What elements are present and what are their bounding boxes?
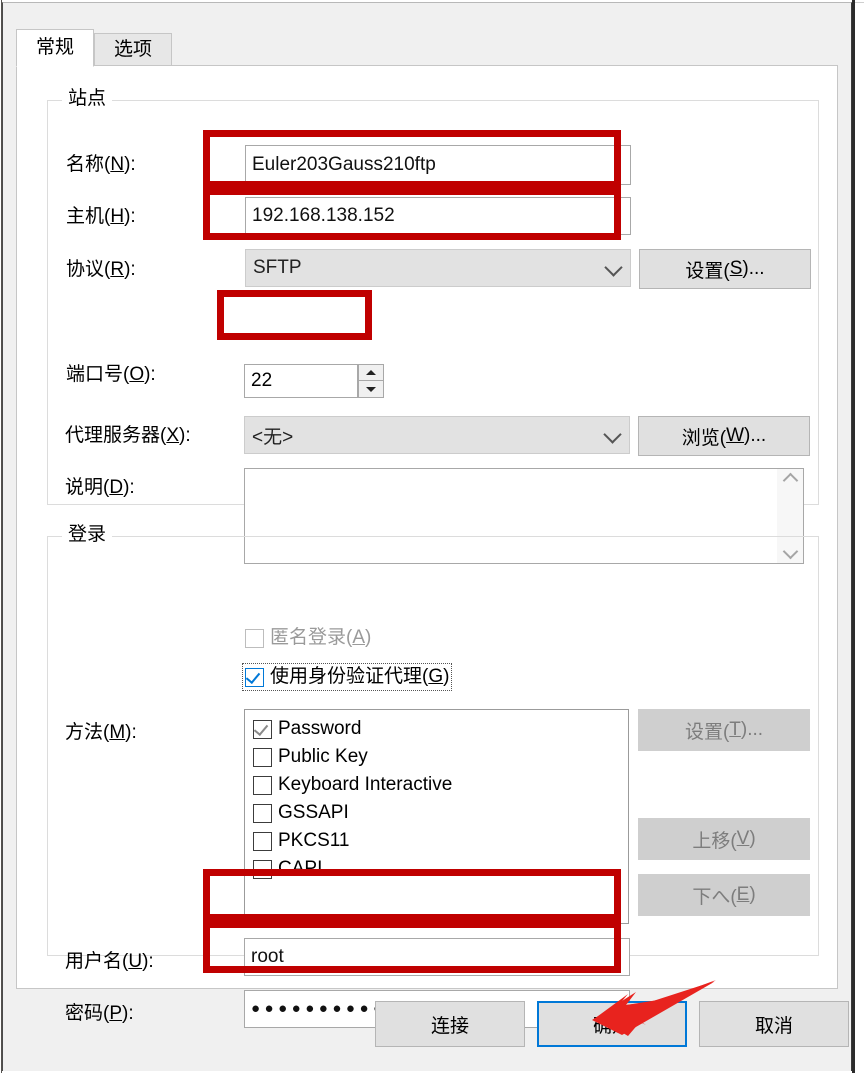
use-auth-agent-label: 使用身份验证代理(G) [270,666,450,687]
protocol-label: 协议(R): [66,259,136,280]
chevron-up-icon[interactable] [782,472,798,489]
port-input[interactable]: 22 [244,364,358,398]
method-label: 方法(M): [65,722,137,743]
proxy-browse-button[interactable]: 浏览(W)... [638,416,810,456]
protocol-value: SFTP [253,257,302,278]
username-label: 用户名(U): [65,951,154,972]
chevron-down-icon [604,258,623,277]
method-label: Public Key [278,746,368,767]
anonymous-login-checkbox[interactable]: 匿名登录(A) [245,627,371,649]
username-input[interactable]: root [244,938,630,976]
description-label: 说明(D): [65,477,135,498]
method-item-gssapi[interactable]: GSSAPI [253,800,628,826]
cancel-button[interactable]: 取消 [699,1001,849,1047]
checkbox-box [253,747,272,767]
proxy-value: <无> [252,426,294,448]
login-group-legend: 登录 [62,524,113,546]
checkmark-icon [245,668,261,684]
auth-method-list[interactable]: Password Public Key Keyboard Interactive… [244,709,629,924]
method-label: Password [278,718,362,739]
checkbox-box [245,667,264,687]
method-label: GSSAPI [278,802,349,823]
method-label: Keyboard Interactive [278,774,453,795]
ok-button[interactable]: 确定 [537,1001,687,1047]
method-label: CAPI [278,858,323,879]
use-auth-agent-checkbox[interactable]: 使用身份验证代理(G) [241,663,453,691]
site-properties-dialog: 常规 选项 站点 名称(N): Euler203Gauss210ftp 主机(H… [2,2,852,1071]
name-label: 名称(N): [66,154,136,175]
anonymous-login-label: 匿名登录(A) [270,627,372,648]
tab-general[interactable]: 常规 [16,29,94,67]
chevron-down-icon [603,425,622,444]
method-item-pkcs11[interactable]: PKCS11 [253,828,628,854]
protocol-settings-button[interactable]: 设置(S)... [639,249,811,289]
protocol-combobox[interactable]: SFTP [245,249,631,287]
tab-options[interactable]: 选项 [94,33,172,66]
host-label: 主机(H): [66,206,136,227]
checkbox-box [245,628,264,648]
port-spin-up-button[interactable] [358,364,384,381]
method-item-password[interactable]: Password [253,716,628,742]
connect-button[interactable]: 连接 [375,1001,525,1047]
method-move-down-button[interactable]: 下へ(E) [638,874,810,916]
checkmark-icon [253,720,269,736]
triangle-up-icon [366,370,376,375]
method-label: PKCS11 [278,830,350,851]
host-input[interactable]: 192.168.138.152 [245,197,631,235]
method-settings-button[interactable]: 设置(T)... [638,709,810,751]
tab-page-general: 站点 名称(N): Euler203Gauss210ftp 主机(H): 192… [16,65,838,1028]
port-label: 端口号(O): [66,364,156,385]
password-label: 密码(P): [65,1003,134,1024]
checkbox-box [253,831,272,851]
checkbox-box [253,803,272,823]
tab-strip: 常规 选项 [16,29,838,67]
proxy-combobox[interactable]: <无> [244,416,630,454]
port-spin-down-button[interactable] [358,381,384,398]
port-spinner[interactable]: 22 [244,364,384,398]
window-right-edge [852,0,855,1073]
method-item-capi[interactable]: CAPI [253,856,628,882]
method-item-keyboard-interactive[interactable]: Keyboard Interactive [253,772,628,798]
checkbox-box [253,719,272,739]
method-move-up-button[interactable]: 上移(V) [638,818,810,860]
proxy-label: 代理服务器(X): [65,425,191,446]
method-item-public-key[interactable]: Public Key [253,744,628,770]
triangle-down-icon [366,386,376,392]
checkbox-box [253,859,272,879]
site-group-legend: 站点 [62,88,113,110]
name-input[interactable]: Euler203Gauss210ftp [245,145,631,185]
checkbox-box [253,775,272,795]
